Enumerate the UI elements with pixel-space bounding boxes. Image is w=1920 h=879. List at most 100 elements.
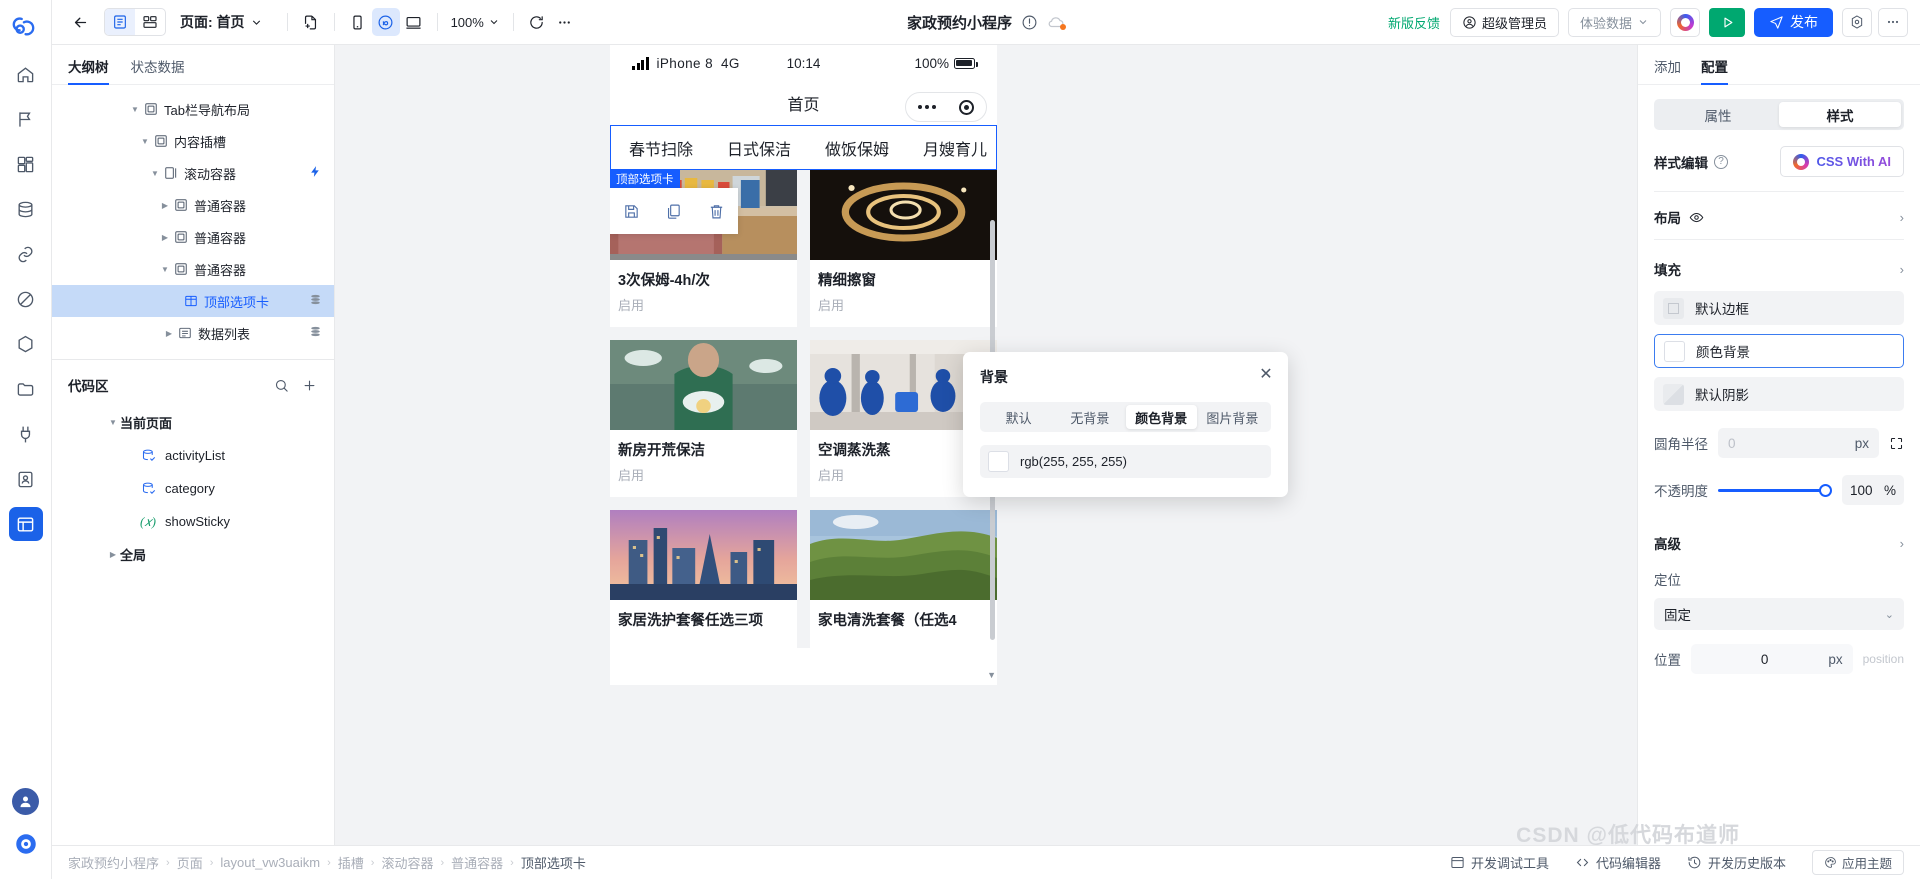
cloud-logo-icon[interactable]: [9, 9, 43, 43]
preview-button[interactable]: [1709, 7, 1745, 37]
sidebar-item-cube[interactable]: [9, 327, 43, 361]
sidebar-item-plug[interactable]: [9, 417, 43, 451]
bg-mode-default[interactable]: 默认: [983, 405, 1054, 429]
code-group-global[interactable]: ▶ 全局: [52, 538, 334, 571]
fill-item-shadow[interactable]: 默认阴影: [1654, 377, 1904, 411]
color-swatch[interactable]: [988, 451, 1009, 472]
overflow-button[interactable]: [1878, 7, 1908, 37]
bolt-icon[interactable]: [309, 165, 322, 181]
bg-mode-none[interactable]: 无背景: [1054, 405, 1125, 429]
chevron-right-icon[interactable]: ›: [1900, 210, 1904, 225]
outline-view-icon[interactable]: [105, 9, 135, 35]
expand-corners-icon[interactable]: [1889, 436, 1904, 451]
location-input[interactable]: 0 px: [1691, 644, 1853, 674]
seg-attributes[interactable]: 属性: [1657, 102, 1779, 127]
code-item[interactable]: activityList: [52, 439, 334, 472]
chevron-right-icon[interactable]: ›: [1900, 536, 1904, 551]
tree-node[interactable]: ▶ 普通容器: [52, 189, 334, 221]
sidebar-item-contacts[interactable]: [9, 462, 43, 496]
breadcrumb-item[interactable]: 插槽: [338, 853, 364, 872]
target-circle-icon[interactable]: [959, 99, 975, 115]
radius-input[interactable]: 0 px: [1718, 428, 1879, 458]
caret-down-icon[interactable]: ▼: [148, 169, 162, 178]
fill-item-background[interactable]: 颜色背景: [1654, 334, 1904, 368]
product-card[interactable]: 家居洗护套餐任选三项: [610, 510, 797, 648]
feedback-link[interactable]: 新版反馈: [1388, 13, 1440, 32]
apply-theme-button[interactable]: 应用主题: [1811, 850, 1904, 875]
caret-down-icon[interactable]: ▼: [128, 105, 142, 114]
sidebar-item-database[interactable]: [9, 192, 43, 226]
plus-icon[interactable]: [298, 374, 320, 396]
phone-tab[interactable]: 做饭保姆: [825, 136, 889, 160]
back-arrow-icon[interactable]: [66, 8, 94, 36]
code-item[interactable]: category: [52, 472, 334, 505]
product-card[interactable]: 家电清洗套餐（任选4: [810, 510, 997, 648]
phone-tab[interactable]: 日式保洁: [727, 136, 791, 160]
sidebar-item-layout[interactable]: [8, 507, 43, 541]
new-page-icon[interactable]: [297, 8, 325, 36]
cloud-status-icon[interactable]: [1047, 13, 1066, 31]
data-binding-icon[interactable]: [309, 325, 322, 341]
caret-down-icon[interactable]: ▼: [106, 418, 120, 427]
sidebar-item-folder[interactable]: [9, 372, 43, 406]
bg-mode-image[interactable]: 图片背景: [1197, 405, 1268, 429]
chevron-right-icon[interactable]: ›: [1900, 262, 1904, 277]
css-with-ai-button[interactable]: CSS With AI: [1780, 146, 1904, 177]
env-selector[interactable]: 体验数据: [1567, 7, 1661, 37]
history-button[interactable]: 开发历史版本: [1687, 853, 1786, 872]
phone-tab[interactable]: 月嫂育儿: [923, 136, 987, 160]
tree-node[interactable]: ▼ 普通容器: [52, 253, 334, 285]
code-editor-button[interactable]: 代码编辑器: [1575, 853, 1661, 872]
toolbar-more-icon[interactable]: [551, 8, 579, 36]
opacity-slider[interactable]: [1718, 480, 1832, 500]
tree-node[interactable]: ▼ 滚动容器: [52, 157, 334, 189]
sidebar-item-shield[interactable]: [9, 282, 43, 316]
warning-circle-icon[interactable]: [1021, 14, 1038, 31]
caret-right-icon[interactable]: ▶: [158, 233, 172, 242]
question-circle-icon[interactable]: ?: [1714, 154, 1728, 169]
caret-right-icon[interactable]: ▶: [158, 201, 172, 210]
close-icon[interactable]: ✕: [1257, 365, 1275, 383]
fill-item-border[interactable]: 默认边框: [1654, 291, 1904, 325]
sidebar-item-link[interactable]: [9, 237, 43, 271]
sidebar-item-home[interactable]: [9, 57, 43, 91]
seg-style[interactable]: 样式: [1779, 102, 1901, 127]
product-card[interactable]: 精细擦窗 启用: [810, 170, 997, 327]
product-card[interactable]: 新房开荒保洁 启用: [610, 340, 797, 497]
section-layout[interactable]: 布局 ›: [1654, 207, 1904, 227]
devtools-button[interactable]: 开发调试工具: [1450, 853, 1549, 872]
more-dots-icon[interactable]: [917, 105, 936, 109]
tab-add[interactable]: 添加: [1654, 56, 1681, 84]
caret-down-icon[interactable]: ▼: [138, 137, 152, 146]
breadcrumb-item[interactable]: 页面: [177, 853, 203, 872]
caret-down-icon[interactable]: ▼: [158, 265, 172, 274]
miniprogram-icon[interactable]: [371, 8, 400, 36]
settings-button[interactable]: [1842, 7, 1872, 37]
breadcrumb-item[interactable]: 滚动容器: [381, 853, 433, 872]
chevron-down-icon[interactable]: ⌄: [1885, 608, 1894, 621]
save-icon[interactable]: [623, 203, 640, 220]
tree-node[interactable]: ▶ 普通容器: [52, 221, 334, 253]
scroll-down-icon[interactable]: ▼: [987, 670, 996, 680]
sidebar-item-dashboard[interactable]: [9, 147, 43, 181]
eye-icon[interactable]: [1689, 210, 1704, 225]
section-fill[interactable]: 填充 ›: [1654, 259, 1904, 279]
ai-assistant-button[interactable]: [1670, 7, 1700, 37]
publish-button[interactable]: 发布: [1754, 7, 1833, 37]
help-circle-icon[interactable]: [13, 831, 39, 857]
refresh-icon[interactable]: [523, 8, 551, 36]
user-avatar-icon[interactable]: [12, 788, 39, 815]
caret-right-icon[interactable]: ▶: [162, 329, 176, 338]
section-advanced[interactable]: 高级 ›: [1654, 533, 1904, 553]
phone-tab[interactable]: 春节扫除: [629, 136, 693, 160]
search-icon[interactable]: [270, 374, 292, 396]
breadcrumb-item-current[interactable]: 顶部选项卡: [521, 853, 586, 872]
top-tabs-component[interactable]: 春节扫除 日式保洁 做饭保姆 月嫂育儿: [610, 125, 997, 170]
tab-state-data[interactable]: 状态数据: [131, 56, 185, 84]
code-item[interactable]: (𝑥) showSticky: [52, 505, 334, 538]
sidebar-item-flag[interactable]: [9, 102, 43, 136]
position-select[interactable]: 固定 ⌄: [1654, 598, 1904, 630]
bg-mode-color[interactable]: 颜色背景: [1125, 405, 1197, 429]
role-button[interactable]: 超级管理员: [1449, 7, 1559, 37]
tab-outline-tree[interactable]: 大纲树: [68, 56, 109, 85]
